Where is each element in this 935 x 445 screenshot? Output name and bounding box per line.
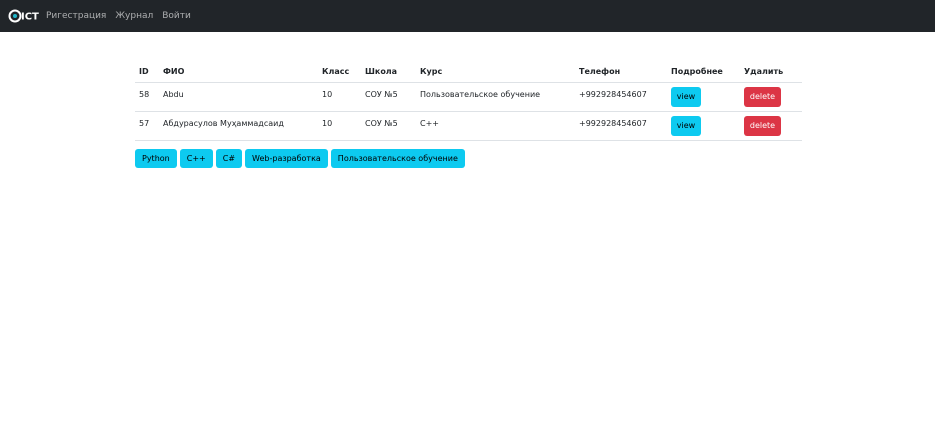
header-details: Подробнее <box>667 62 740 83</box>
course-button-cpp[interactable]: C++ <box>179 149 213 168</box>
cell-id: 58 <box>135 82 159 112</box>
cell-course: Пользовательское обучение <box>416 82 575 112</box>
nav-link-journal[interactable]: Журнал <box>115 11 153 21</box>
cell-delete: delete <box>740 111 802 141</box>
brand-logo[interactable]: ICT <box>8 6 40 26</box>
cell-view: view <box>667 82 740 112</box>
header-name: ФИО <box>159 62 318 83</box>
table-header-row: ID ФИО Класс Школа Курс Телефон Подробне… <box>135 62 802 83</box>
course-button-python[interactable]: Python <box>135 149 177 168</box>
view-button[interactable]: view <box>671 86 701 107</box>
cell-name: Abdu <box>159 82 318 112</box>
cell-phone: +992928454607 <box>575 82 667 112</box>
header-delete: Удалить <box>740 62 802 83</box>
nav-link-registration[interactable]: Ригестрация <box>46 11 106 21</box>
course-button-csharp[interactable]: C# <box>215 149 243 168</box>
course-filter-group: Python C++ C# Web-разработка Пользовател… <box>135 149 465 168</box>
students-table: ID ФИО Класс Школа Курс Телефон Подробне… <box>135 62 802 141</box>
cell-school: СОУ №5 <box>361 111 416 141</box>
cell-class: 10 <box>318 111 361 141</box>
cell-phone: +992928454607 <box>575 111 667 141</box>
nav-link-login[interactable]: Войти <box>162 11 191 21</box>
header-school: Школа <box>361 62 416 83</box>
cell-delete: delete <box>740 82 802 112</box>
header-course: Курс <box>416 62 575 83</box>
navbar: ICT Ригестрация Журнал Войти <box>0 0 935 32</box>
view-button[interactable]: view <box>671 115 701 136</box>
delete-button[interactable]: delete <box>744 86 781 107</box>
table-row: 57 Абдурасулов Муҳаммадсаид 10 СОУ №5 C+… <box>135 111 802 141</box>
header-phone: Телефон <box>575 62 667 83</box>
svg-text:ICT: ICT <box>21 12 39 23</box>
cell-id: 57 <box>135 111 159 141</box>
header-id: ID <box>135 62 159 83</box>
cell-school: СОУ №5 <box>361 82 416 112</box>
cell-view: view <box>667 111 740 141</box>
course-button-web[interactable]: Web-разработка <box>245 149 328 168</box>
table-row: 58 Abdu 10 СОУ №5 Пользовательское обуче… <box>135 82 802 112</box>
cell-course: C++ <box>416 111 575 141</box>
ict-logo-icon: ICT <box>8 9 39 23</box>
delete-button[interactable]: delete <box>744 115 781 136</box>
cell-name: Абдурасулов Муҳаммадсаид <box>159 111 318 141</box>
header-class: Класс <box>318 62 361 83</box>
course-button-user-training[interactable]: Пользовательское обучение <box>330 149 465 168</box>
cell-class: 10 <box>318 82 361 112</box>
